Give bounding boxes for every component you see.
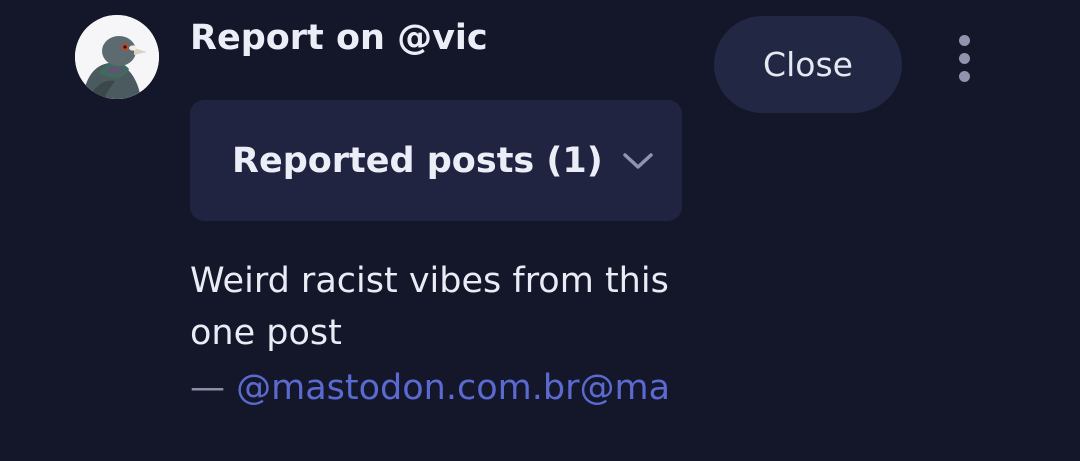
dot: [958, 70, 970, 82]
report-header-card: Report on @vic Close Reported posts (1) …: [0, 0, 1080, 461]
more-options-icon[interactable]: [946, 28, 982, 88]
dot: [958, 34, 970, 46]
author-handle-link[interactable]: @mastodon.com.br@ma: [236, 368, 670, 408]
comment-attribution: — @mastodon.com.br@ma: [190, 362, 682, 414]
attribution-dash: —: [190, 368, 225, 408]
pigeon-icon: [75, 15, 159, 99]
avatar[interactable]: [75, 15, 159, 99]
chevron-down-icon: [621, 151, 655, 171]
page-title: Report on @vic: [190, 18, 488, 58]
reported-posts-toggle[interactable]: Reported posts (1): [190, 100, 682, 221]
dot: [958, 52, 970, 64]
close-button[interactable]: Close: [714, 16, 902, 113]
report-comment: Weird racist vibes from this one post: [190, 261, 669, 353]
reported-posts-label: Reported posts (1): [232, 140, 603, 181]
